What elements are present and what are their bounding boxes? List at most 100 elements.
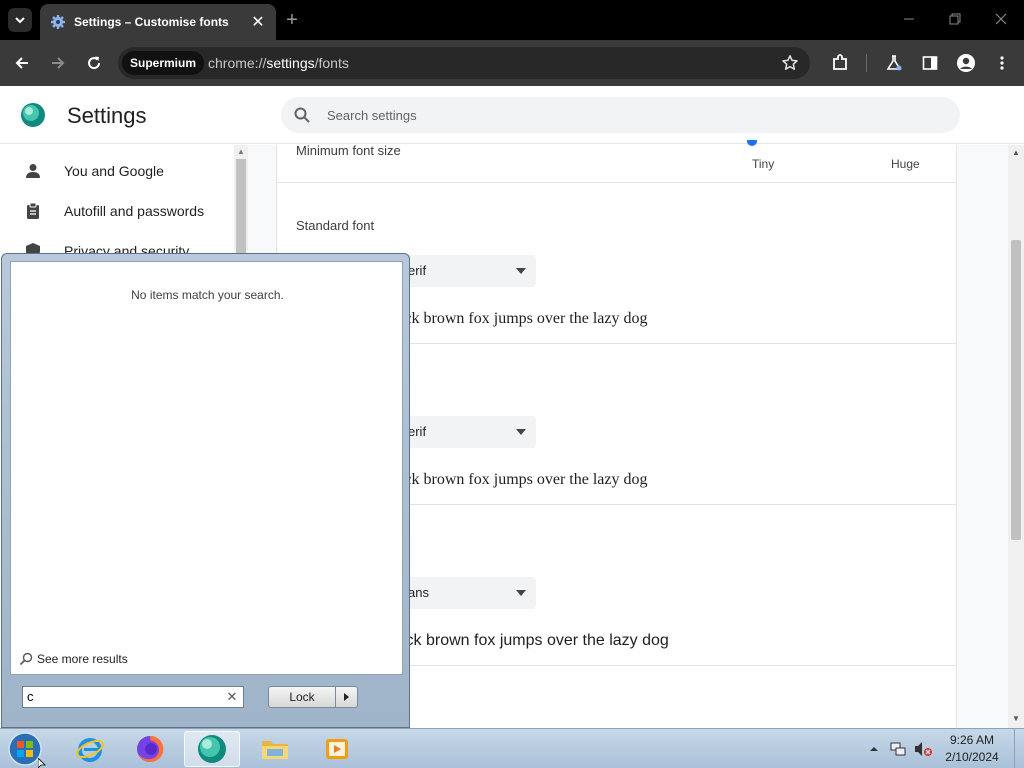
flask-icon <box>886 55 902 71</box>
back-button[interactable] <box>10 51 34 75</box>
tab-title: Settings – Customise fonts <box>74 15 229 29</box>
restore-icon[interactable] <box>943 8 967 32</box>
select-value: ans <box>408 585 429 600</box>
profile-button[interactable] <box>954 51 978 75</box>
sidebar-item-label: You and Google <box>64 163 164 179</box>
standard-font-sample: ick brown fox jumps over the lazy dog <box>400 310 648 327</box>
min-font-size-label: Minimum font size <box>296 143 401 158</box>
gear-icon <box>50 14 66 30</box>
show-hidden-icons-button[interactable] <box>866 729 882 768</box>
side-panel-button[interactable] <box>918 51 942 75</box>
menu-button[interactable] <box>990 51 1014 75</box>
extensions-button[interactable] <box>828 51 852 75</box>
internet-explorer-icon <box>76 738 104 762</box>
start-search-box[interactable]: ✕ <box>22 686 244 708</box>
bookmark-star-icon[interactable] <box>780 53 800 73</box>
reload-icon <box>88 56 101 70</box>
volume-muted-icon[interactable] <box>912 729 934 768</box>
search-results-pane: No items match your search. See more res… <box>10 261 403 675</box>
start-search-input[interactable] <box>27 687 217 707</box>
taskbar-file-explorer[interactable] <box>247 731 303 767</box>
url-scheme: chrome:// <box>208 55 267 71</box>
puzzle-icon <box>833 54 847 70</box>
page-scrollbar[interactable]: ▲ ▼ <box>1008 145 1024 728</box>
taskbar-firefox[interactable] <box>122 731 178 767</box>
file-explorer-icon <box>262 741 288 759</box>
page-title: Settings <box>67 103 147 128</box>
mouse-cursor-icon <box>38 758 46 768</box>
sidebar-item-label: Autofill and passwords <box>64 203 205 219</box>
select-value: erif <box>408 263 427 278</box>
no-results-message: No items match your search. <box>131 288 284 302</box>
url-host: settings <box>266 55 315 71</box>
dropdown-arrow-icon <box>516 429 526 435</box>
chevron-up-icon <box>870 747 878 751</box>
side-panel-icon <box>922 56 938 70</box>
taskbar-clock[interactable]: 9:26 AM 2/10/2024 <box>936 732 1008 766</box>
firefox-icon <box>137 735 164 762</box>
sidebar-item-autofill[interactable]: Autofill and passwords <box>0 191 232 231</box>
browser-name-chip[interactable]: Supermium <box>122 51 205 75</box>
tab-strip: Settings – Customise fonts ✕ + <box>0 0 1024 40</box>
kebab-menu-icon <box>1000 56 1004 70</box>
arrow-right-icon <box>344 693 349 701</box>
show-desktop-button[interactable] <box>1014 729 1024 768</box>
slider-tick-tiny: Tiny <box>752 157 775 171</box>
sidebar-item-you-and-google[interactable]: You and Google <box>0 151 232 191</box>
select-value: erif <box>408 424 427 439</box>
see-more-results-label: See more results <box>37 652 128 666</box>
supermium-logo-icon <box>20 102 46 128</box>
minimize-icon[interactable] <box>897 8 921 32</box>
taskbar-supermium[interactable] <box>184 731 240 767</box>
clear-search-icon[interactable]: ✕ <box>225 689 239 705</box>
lock-button[interactable]: Lock <box>268 686 336 708</box>
serif-font-sample: ick brown fox jumps over the lazy dog <box>400 471 648 488</box>
search-icon <box>294 107 310 123</box>
scroll-up-arrow-icon[interactable]: ▲ <box>236 147 246 157</box>
sidebar-scroll-thumb[interactable] <box>236 159 246 259</box>
close-tab-icon[interactable]: ✕ <box>250 12 266 32</box>
clock-time: 9:26 AM <box>949 733 995 747</box>
supermium-icon <box>198 735 226 763</box>
arrow-right-icon <box>52 57 65 69</box>
see-more-results-link[interactable]: See more results <box>19 652 128 666</box>
dropdown-arrow-icon <box>516 268 526 274</box>
tab-search-button[interactable] <box>8 8 32 32</box>
magnifier-icon <box>19 652 33 666</box>
standard-font-label: Standard font <box>296 218 375 233</box>
scroll-down-arrow-icon[interactable]: ▼ <box>1011 714 1021 724</box>
forward-button[interactable] <box>46 51 70 75</box>
scroll-up-arrow-icon[interactable]: ▲ <box>1011 148 1021 158</box>
settings-search-input[interactable] <box>327 97 927 133</box>
network-tray-icon[interactable] <box>888 729 908 768</box>
toolbar-divider <box>866 54 867 72</box>
taskbar-media-player[interactable] <box>309 731 365 767</box>
url-path: /fonts <box>314 55 349 71</box>
sans-serif-font-sample: ick brown fox jumps over the lazy dog <box>402 632 669 649</box>
dropdown-arrow-icon <box>516 590 526 596</box>
close-window-icon[interactable] <box>989 8 1013 32</box>
section-divider <box>277 182 956 183</box>
arrow-left-icon <box>15 57 28 69</box>
person-icon <box>24 162 42 180</box>
tab-settings-fonts[interactable]: Settings – Customise fonts ✕ <box>40 4 276 40</box>
clock-date: 2/10/2024 <box>945 750 999 764</box>
url-text[interactable]: chrome://settings/fonts <box>208 47 349 79</box>
address-bar[interactable]: Supermium chrome://settings/fonts <box>118 47 810 79</box>
chevron-down-icon <box>15 17 25 24</box>
settings-search-box[interactable] <box>281 97 960 133</box>
settings-header: Settings <box>0 86 1024 144</box>
avatar-icon <box>957 54 975 72</box>
labs-button[interactable] <box>882 51 906 75</box>
start-menu: No items match your search. See more res… <box>1 253 410 728</box>
windows-logo-icon <box>8 732 42 766</box>
page-scroll-thumb[interactable] <box>1011 240 1021 540</box>
media-player-icon <box>326 739 348 759</box>
taskbar-internet-explorer[interactable] <box>62 731 118 767</box>
slider-tick-huge: Huge <box>891 157 920 171</box>
reload-button[interactable] <box>82 51 106 75</box>
clipboard-icon <box>24 202 42 220</box>
new-tab-button[interactable]: + <box>282 8 302 32</box>
shutdown-options-button[interactable] <box>336 686 358 708</box>
taskbar: 9:26 AM 2/10/2024 <box>0 728 1024 768</box>
